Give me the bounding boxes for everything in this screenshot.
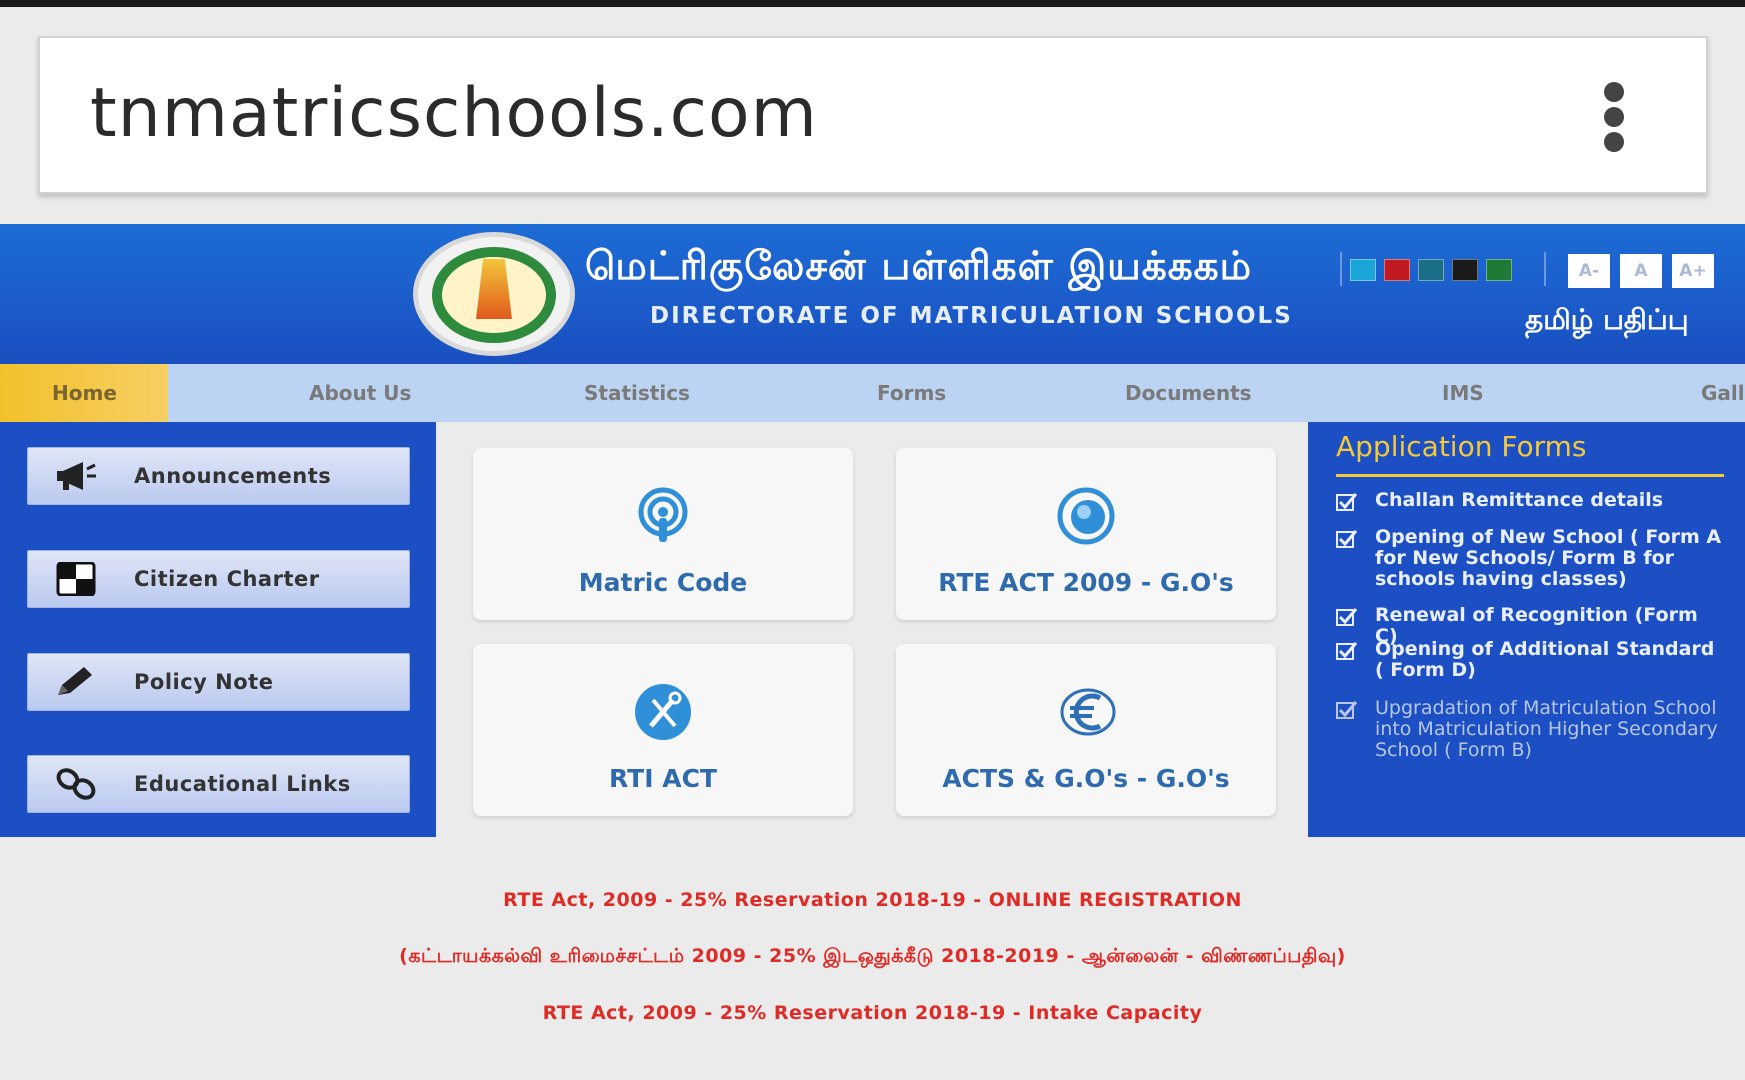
nav-home[interactable]: Home [0,364,168,422]
form-link[interactable]: Opening of Additional Standard ( Form D) [1336,639,1726,681]
quick-links-panel: Announcements Citizen Charter Policy Not… [0,422,436,837]
application-forms-panel: Application Forms Challan Remittance det… [1308,422,1745,837]
citizen-charter-label: Citizen Charter [134,567,320,591]
tile-label: RTI ACT [609,764,717,793]
more-options-icon[interactable] [1602,82,1626,152]
font-decrease-button[interactable]: A- [1568,254,1610,288]
theme-swatch[interactable] [1350,259,1376,281]
matric-code-tile[interactable]: Matric Code [473,448,853,620]
tile-label: Matric Code [578,568,748,597]
rte-act-tile[interactable]: RTE ACT 2009 - G.O's [896,448,1276,620]
educational-links-label: Educational Links [134,772,351,796]
font-increase-button[interactable]: A+ [1672,254,1714,288]
rti-act-tile[interactable]: RTI ACT [473,644,853,816]
notice-link-online-registration[interactable]: RTE Act, 2009 - 25% Reservation 2018-19 … [0,889,1745,911]
tools-icon [633,682,693,742]
checkbox-icon [1336,493,1358,511]
site-header: மெட்ரிகுலேசன் பள்ளிகள் இயக்ககம் DIRECTOR… [0,224,1745,364]
acts-gos-tile[interactable]: ACTS & G.O's - G.O's [896,644,1276,816]
nav-forms[interactable]: Forms [877,364,946,422]
font-reset-button[interactable]: A [1620,254,1662,288]
theme-swatch[interactable] [1384,259,1410,281]
theme-swatch[interactable] [1486,259,1512,281]
divider [1340,252,1342,286]
form-link[interactable]: Upgradation of Matriculation School into… [1336,698,1726,761]
theme-swatch[interactable] [1452,259,1478,281]
main-nav: Home About Us Statistics Forms Documents… [0,364,1745,422]
link-chain-icon [53,767,99,801]
site-title-tamil: மெட்ரிகுலேசன் பள்ளிகள் இயக்ககம் [585,244,1252,289]
address-bar[interactable]: tnmatricschools.com [38,36,1708,194]
pencil-icon [53,665,99,699]
form-link[interactable]: Opening of New School ( Form A for New S… [1336,527,1726,590]
divider [1544,252,1546,286]
font-size-controls: A- A A+ [1568,254,1714,288]
theme-color-switcher [1350,259,1512,281]
citizen-charter-button[interactable]: Citizen Charter [27,550,410,608]
notice-link-intake-capacity[interactable]: RTE Act, 2009 - 25% Reservation 2018-19 … [0,1002,1745,1024]
title-underline [1336,474,1724,477]
announcements-button[interactable]: Announcements [27,447,410,505]
tamil-edition-link[interactable]: தமிழ் பதிப்பு [1525,303,1689,340]
educational-links-button[interactable]: Educational Links [27,755,410,813]
application-forms-title: Application Forms [1336,430,1587,463]
policy-note-button[interactable]: Policy Note [27,653,410,711]
tn-emblem-logo [413,232,575,356]
notice-link-tamil[interactable]: (கட்டாயக்கல்வி உரிமைச்சட்டம் 2009 - 25% … [0,945,1745,970]
checkbox-icon [1336,701,1358,719]
eye-circle-icon [1056,486,1116,546]
nav-about-us[interactable]: About Us [309,364,411,422]
euro-swirl-icon [1056,682,1116,742]
checkbox-icon [1336,642,1358,660]
policy-note-label: Policy Note [134,670,274,694]
nav-gallery[interactable]: Gall [1701,364,1745,422]
announcements-label: Announcements [134,464,332,488]
checkerboard-icon [53,562,99,596]
nav-statistics[interactable]: Statistics [584,364,690,422]
status-strip [0,0,1745,7]
checkbox-icon [1336,608,1358,626]
nav-documents[interactable]: Documents [1125,364,1252,422]
site-title-english: DIRECTORATE OF MATRICULATION SCHOOLS [650,303,1293,329]
theme-swatch[interactable] [1418,259,1444,281]
checkbox-icon [1336,530,1358,548]
form-link[interactable]: Challan Remittance details [1336,490,1726,512]
megaphone-icon [53,459,99,493]
nav-ims[interactable]: IMS [1442,364,1484,422]
tile-label: RTE ACT 2009 - G.O's [938,568,1234,597]
tile-label: ACTS & G.O's - G.O's [942,764,1230,793]
url-text: tnmatricschools.com [90,74,818,153]
podcast-icon [633,486,693,546]
